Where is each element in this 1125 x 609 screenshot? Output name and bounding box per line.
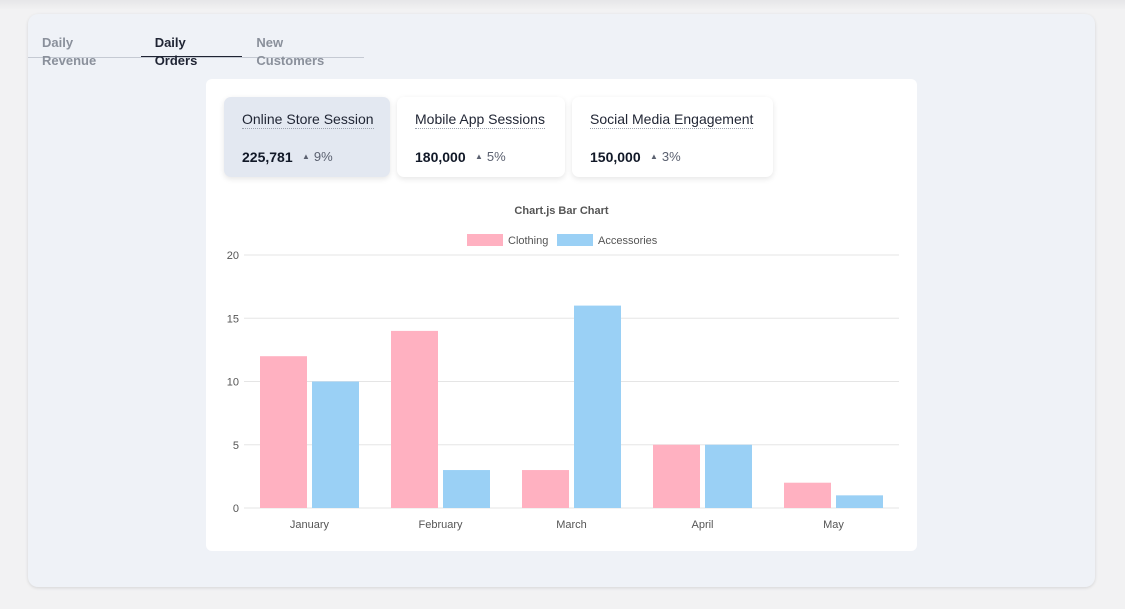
y-tick-label: 0 <box>233 503 239 515</box>
y-tick-label: 15 <box>227 313 239 325</box>
bar-clothing-march[interactable] <box>522 470 569 508</box>
y-tick-label: 20 <box>227 250 239 262</box>
bar-accessories-february[interactable] <box>443 470 490 508</box>
bar-clothing-february[interactable] <box>391 330 438 508</box>
y-tick-label: 5 <box>233 440 239 452</box>
x-tick-label: May <box>823 519 844 531</box>
x-tick-label: April <box>691 519 713 531</box>
bar-accessories-january[interactable] <box>312 381 359 509</box>
bar-clothing-april[interactable] <box>653 444 700 508</box>
chart-card: Online Store Session 225,781 ▲ 9% Mobile … <box>206 79 917 551</box>
x-tick-label: February <box>418 519 463 531</box>
tab-new-customers[interactable]: New Customers <box>242 34 364 68</box>
dashboard-panel: Daily Revenue Daily Orders New Customers… <box>28 14 1095 587</box>
y-tick-label: 10 <box>227 377 239 389</box>
legend-swatch-clothing[interactable] <box>467 234 503 246</box>
bar-accessories-may[interactable] <box>836 495 883 508</box>
tab-bar: Daily Revenue Daily Orders New Customers <box>28 34 364 68</box>
x-tick-label: January <box>290 519 330 531</box>
bar-accessories-april[interactable] <box>705 444 752 508</box>
tab-daily-revenue[interactable]: Daily Revenue <box>28 34 141 68</box>
x-tick-label: March <box>556 519 587 531</box>
legend-label-clothing[interactable]: Clothing <box>508 235 548 247</box>
bar-clothing-january[interactable] <box>260 356 307 508</box>
chart-title: Chart.js Bar Chart <box>514 205 608 217</box>
bar-clothing-may[interactable] <box>784 482 831 508</box>
legend-swatch-accessories[interactable] <box>557 234 593 246</box>
legend-label-accessories[interactable]: Accessories <box>598 235 658 247</box>
bar-chart: Chart.js Bar Chart Clothing Accessories 0 5 1… <box>227 205 899 531</box>
top-shadow <box>0 0 1125 10</box>
bar-accessories-march[interactable] <box>574 305 621 508</box>
tab-daily-orders[interactable]: Daily Orders <box>140 34 243 68</box>
